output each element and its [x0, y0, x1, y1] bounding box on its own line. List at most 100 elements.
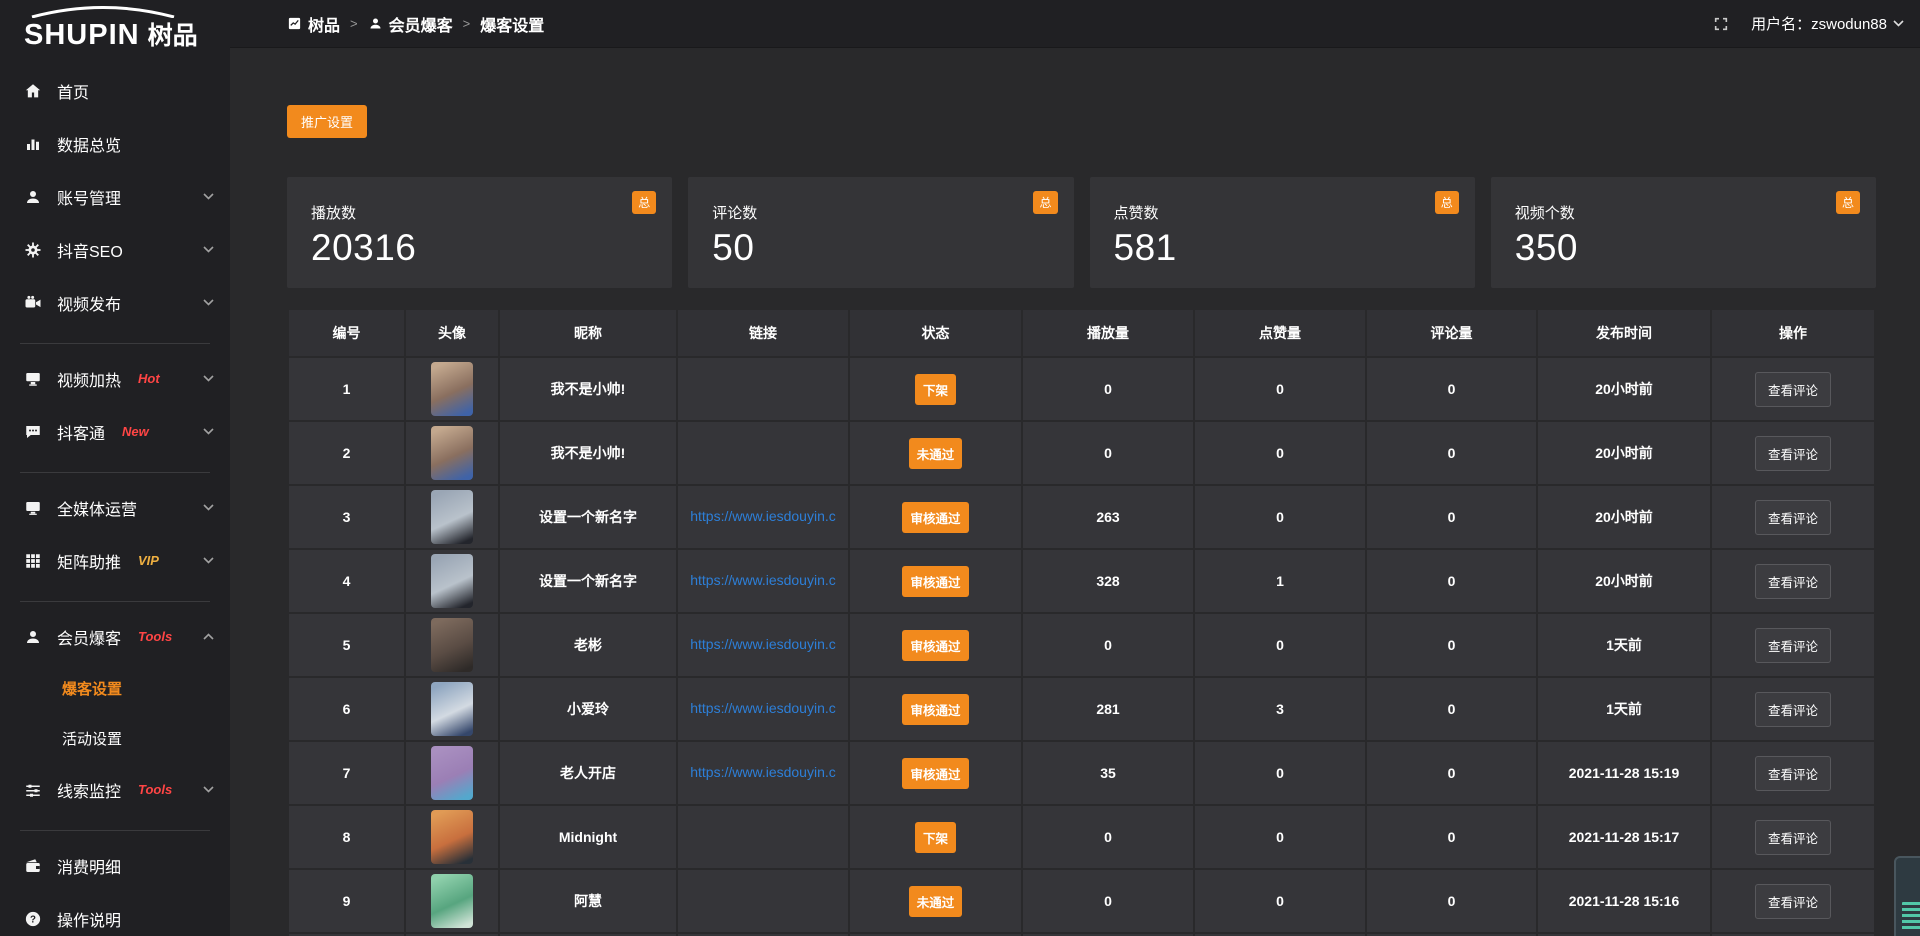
- publish-time: 20小时前: [1538, 550, 1710, 612]
- row-id: 7: [289, 742, 404, 804]
- view-comments-button[interactable]: 查看评论: [1755, 820, 1831, 855]
- stat-value: 581: [1114, 227, 1451, 269]
- view-comments-button[interactable]: 查看评论: [1755, 564, 1831, 599]
- avatar: [431, 618, 473, 672]
- publish-time: 20小时前: [1538, 486, 1710, 548]
- status-badge: 下架: [915, 374, 956, 405]
- video-link[interactable]: https://www.iesdouyin.c: [690, 572, 836, 588]
- view-comments-button[interactable]: 查看评论: [1755, 884, 1831, 919]
- view-comments-button[interactable]: 查看评论: [1755, 756, 1831, 791]
- tools-badge: Tools: [138, 629, 188, 644]
- plays-cell: 263: [1023, 486, 1193, 548]
- plays-cell: 0: [1023, 870, 1193, 932]
- user-icon: [368, 16, 383, 31]
- likes-cell: 0: [1195, 742, 1365, 804]
- sidebar-subitem-activity-settings[interactable]: 活动设置: [0, 713, 230, 763]
- stat-card-comments: 评论数 50 总: [688, 177, 1073, 288]
- sidebar-item-label: 视频加热: [57, 367, 121, 391]
- chat-icon: [24, 423, 42, 441]
- sidebar-item-matrix-boost[interactable]: 矩阵助推 VIP: [0, 534, 230, 587]
- logo-text-en: SHUPIN: [24, 19, 140, 52]
- home-icon: [24, 82, 42, 100]
- comments-cell: 0: [1367, 486, 1536, 548]
- plays-cell: 281: [1023, 678, 1193, 740]
- nickname: 设置一个新名字: [500, 550, 676, 612]
- nickname: 老人开店: [500, 742, 676, 804]
- nickname: Midnight: [500, 806, 676, 868]
- nickname: 阿慧: [500, 870, 676, 932]
- table-row: 4 设置一个新名字 https://www.iesdouyin.c 审核通过 3…: [289, 550, 1874, 612]
- stat-label: 点赞数: [1114, 202, 1451, 223]
- fullscreen-icon[interactable]: [1713, 16, 1729, 32]
- avatar: [431, 682, 473, 736]
- sidebar-item-omnimedia[interactable]: 全媒体运营: [0, 481, 230, 534]
- col-likes: 点赞量: [1195, 310, 1365, 356]
- comments-cell: 0: [1367, 742, 1536, 804]
- sidebar-item-label: 矩阵助推: [57, 549, 121, 573]
- comments-cell: 0: [1367, 678, 1536, 740]
- hot-badge: Hot: [138, 371, 188, 386]
- plays-cell: 0: [1023, 614, 1193, 676]
- video-link[interactable]: https://www.iesdouyin.c: [690, 508, 836, 524]
- view-comments-button[interactable]: 查看评论: [1755, 692, 1831, 727]
- row-id: 2: [289, 422, 404, 484]
- view-comments-button[interactable]: 查看评论: [1755, 500, 1831, 535]
- publish-time: 1天前: [1538, 678, 1710, 740]
- sidebar-item-douyin-seo[interactable]: 抖音SEO: [0, 223, 230, 276]
- breadcrumb-item-member-baoke[interactable]: 会员爆客: [368, 12, 453, 36]
- sidebar-item-member-baoke[interactable]: 会员爆客 Tools: [0, 610, 230, 663]
- plays-cell: 35: [1023, 742, 1193, 804]
- avatar: [431, 554, 473, 608]
- nickname: 我不是小帅!: [500, 358, 676, 420]
- view-comments-button[interactable]: 查看评论: [1755, 628, 1831, 663]
- bar-chart-icon: [24, 135, 42, 153]
- stat-value: 20316: [311, 227, 648, 269]
- app-logo: SHUPIN 树品: [0, 0, 230, 52]
- chevron-down-icon: [203, 299, 214, 306]
- sidebar-item-account-management[interactable]: 账号管理: [0, 170, 230, 223]
- likes-cell: 0: [1195, 870, 1365, 932]
- table-row: 8 Midnight 下架 0 0 0 2021-11-28 15:17 查看评…: [289, 806, 1874, 868]
- wallet-icon: [24, 857, 42, 875]
- svg-text:?: ?: [30, 914, 36, 925]
- row-id: 6: [289, 678, 404, 740]
- video-link[interactable]: https://www.iesdouyin.c: [690, 700, 836, 716]
- sidebar-item-data-overview[interactable]: 数据总览: [0, 117, 230, 170]
- col-comments: 评论量: [1367, 310, 1536, 356]
- video-link[interactable]: https://www.iesdouyin.c: [690, 764, 836, 780]
- breadcrumb-label: 树品: [308, 12, 340, 36]
- chevron-down-icon: [1893, 20, 1904, 27]
- sidebar-item-instructions[interactable]: ? 操作说明: [0, 892, 230, 936]
- sidebar-subitem-baoke-settings[interactable]: 爆客设置: [0, 663, 230, 713]
- sidebar-item-video-publish[interactable]: 视频发布: [0, 276, 230, 329]
- publish-time: 2021-11-28 15:16: [1538, 870, 1710, 932]
- sidebar-item-douketong[interactable]: 抖客通 New: [0, 405, 230, 458]
- username-menu[interactable]: 用户名：zswodun88: [1751, 13, 1904, 34]
- sidebar: SHUPIN 树品 首页 数据总览 账号管理: [0, 0, 230, 936]
- sidebar-item-consumption-details[interactable]: 消费明细: [0, 839, 230, 892]
- col-avatar: 头像: [406, 310, 498, 356]
- sidebar-divider: [20, 472, 210, 473]
- widget-bars-icon: [1902, 902, 1920, 932]
- table-row: 6 小爱玲 https://www.iesdouyin.c 审核通过 281 3…: [289, 678, 1874, 740]
- sidebar-item-label: 线索监控: [57, 778, 121, 802]
- chevron-down-icon: [203, 246, 214, 253]
- sidebar-item-video-heat[interactable]: 视频加热 Hot: [0, 352, 230, 405]
- chevron-up-icon: [203, 633, 214, 640]
- member-icon: [24, 628, 42, 646]
- video-link[interactable]: https://www.iesdouyin.c: [690, 636, 836, 652]
- sidebar-item-home[interactable]: 首页: [0, 64, 230, 117]
- view-comments-button[interactable]: 查看评论: [1755, 372, 1831, 407]
- sidebar-item-clue-monitor[interactable]: 线索监控 Tools: [0, 763, 230, 816]
- likes-cell: 1: [1195, 550, 1365, 612]
- view-comments-button[interactable]: 查看评论: [1755, 436, 1831, 471]
- sidebar-item-label: 数据总览: [57, 132, 214, 156]
- chevron-down-icon: [203, 786, 214, 793]
- publish-time: 20小时前: [1538, 422, 1710, 484]
- breadcrumb: 树品 > 会员爆客 > 爆客设置: [287, 12, 544, 36]
- promo-settings-button[interactable]: 推广设置: [287, 105, 367, 138]
- breadcrumb-item-shupin[interactable]: 树品: [287, 12, 340, 36]
- table-row: 2 我不是小帅! 未通过 0 0 0 20小时前 查看评论: [289, 422, 1874, 484]
- floating-widget[interactable]: [1894, 856, 1920, 936]
- plays-cell: 328: [1023, 550, 1193, 612]
